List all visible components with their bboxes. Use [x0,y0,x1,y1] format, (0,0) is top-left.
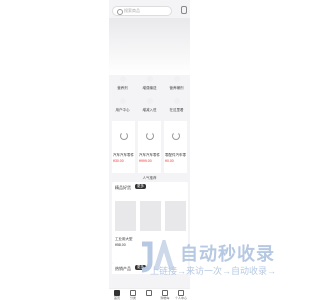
product-name: 工业用大型 [115,237,133,241]
product-image [113,122,134,150]
product-image[interactable] [165,201,186,231]
category-icon [146,98,153,104]
product-image[interactable] [115,201,136,231]
tab-profile[interactable]: 个人中心 [173,290,189,300]
category-item[interactable]: 营养辅剂 [163,76,190,91]
tab-label: 分类 [129,296,136,300]
category-item[interactable]: 在这里看 [163,98,190,113]
add-icon [146,290,152,296]
loading-spinner-icon [146,132,154,140]
category-item[interactable]: 营养剂 [109,76,136,91]
category-label: 增强输送 [142,86,157,90]
product-row: 汽车汽车零件工厂 ¥30.00 汽车汽车零件工厂 ¥999.00 零配件汽车零件… [112,121,188,173]
product-price: ¥58.00 [115,243,126,247]
product-card[interactable]: 汽车汽车零件工厂 ¥30.00 [112,121,135,173]
category-label: 在这里看 [169,108,184,112]
loading-spinner-icon [120,132,128,140]
search-placeholder: 搜索商品 [124,8,140,13]
tab-label: 个人中心 [174,296,187,300]
product-name: 汽车汽车零件工厂 [139,153,160,157]
product-price: ¥999.00 [139,159,152,163]
tab-home[interactable]: 首页 [109,290,125,300]
tab-center[interactable] [141,290,157,296]
product-price: ¥30.00 [113,159,124,163]
category-label: 营养辅剂 [169,86,184,90]
tab-label: 首页 [113,296,120,300]
search-input[interactable]: 搜索商品 [112,6,172,16]
category-item[interactable]: 增减入驻 [136,98,163,113]
category-label: 营养剂 [117,86,128,90]
message-icon[interactable] [181,6,187,14]
product-name: 零配件汽车零件 [165,153,186,157]
category-icon [119,76,126,82]
category-icon [173,98,180,104]
category-icon [119,98,126,104]
category-label: 用户中心 [115,108,130,112]
more-button[interactable]: 更多 [135,184,146,189]
watermark-title: 自动秒收录 [180,244,275,264]
product-name: 汽车汽车零件工厂 [113,153,134,157]
product-card[interactable]: 零配件汽车零件 ¥0.00 [164,121,187,173]
tab-cart[interactable]: 购物车 [157,290,173,300]
category-icon [173,76,180,82]
product-price: ¥0.00 [165,159,174,163]
card-title: 精品好货 [115,185,131,190]
product-image[interactable] [140,201,161,231]
category-label: 增减入驻 [142,108,157,112]
search-icon [117,9,123,15]
watermark-subtitle: 上链接→来访一次→自动收录→ [150,266,277,276]
product-image [165,122,186,150]
bottom-tab-bar: 首页 分类 购物车 个人中心 [109,288,190,300]
category-icon [146,76,153,82]
category-item[interactable]: 用户中心 [109,98,136,113]
tab-category[interactable]: 分类 [125,290,141,300]
tab-label: 购物车 [160,296,170,300]
category-item[interactable]: 增强输送 [136,76,163,91]
product-card[interactable]: 汽车汽车零件工厂 ¥999.00 [138,121,161,173]
card-title: 热销产品 [115,266,131,271]
section-title: 人气推荐 [142,176,157,180]
loading-spinner-icon [172,132,180,140]
watermark: 自动秒收录 上链接→来访一次→自动收录→ [138,240,288,276]
banner-carousel[interactable] [109,18,190,75]
product-image [139,122,160,150]
